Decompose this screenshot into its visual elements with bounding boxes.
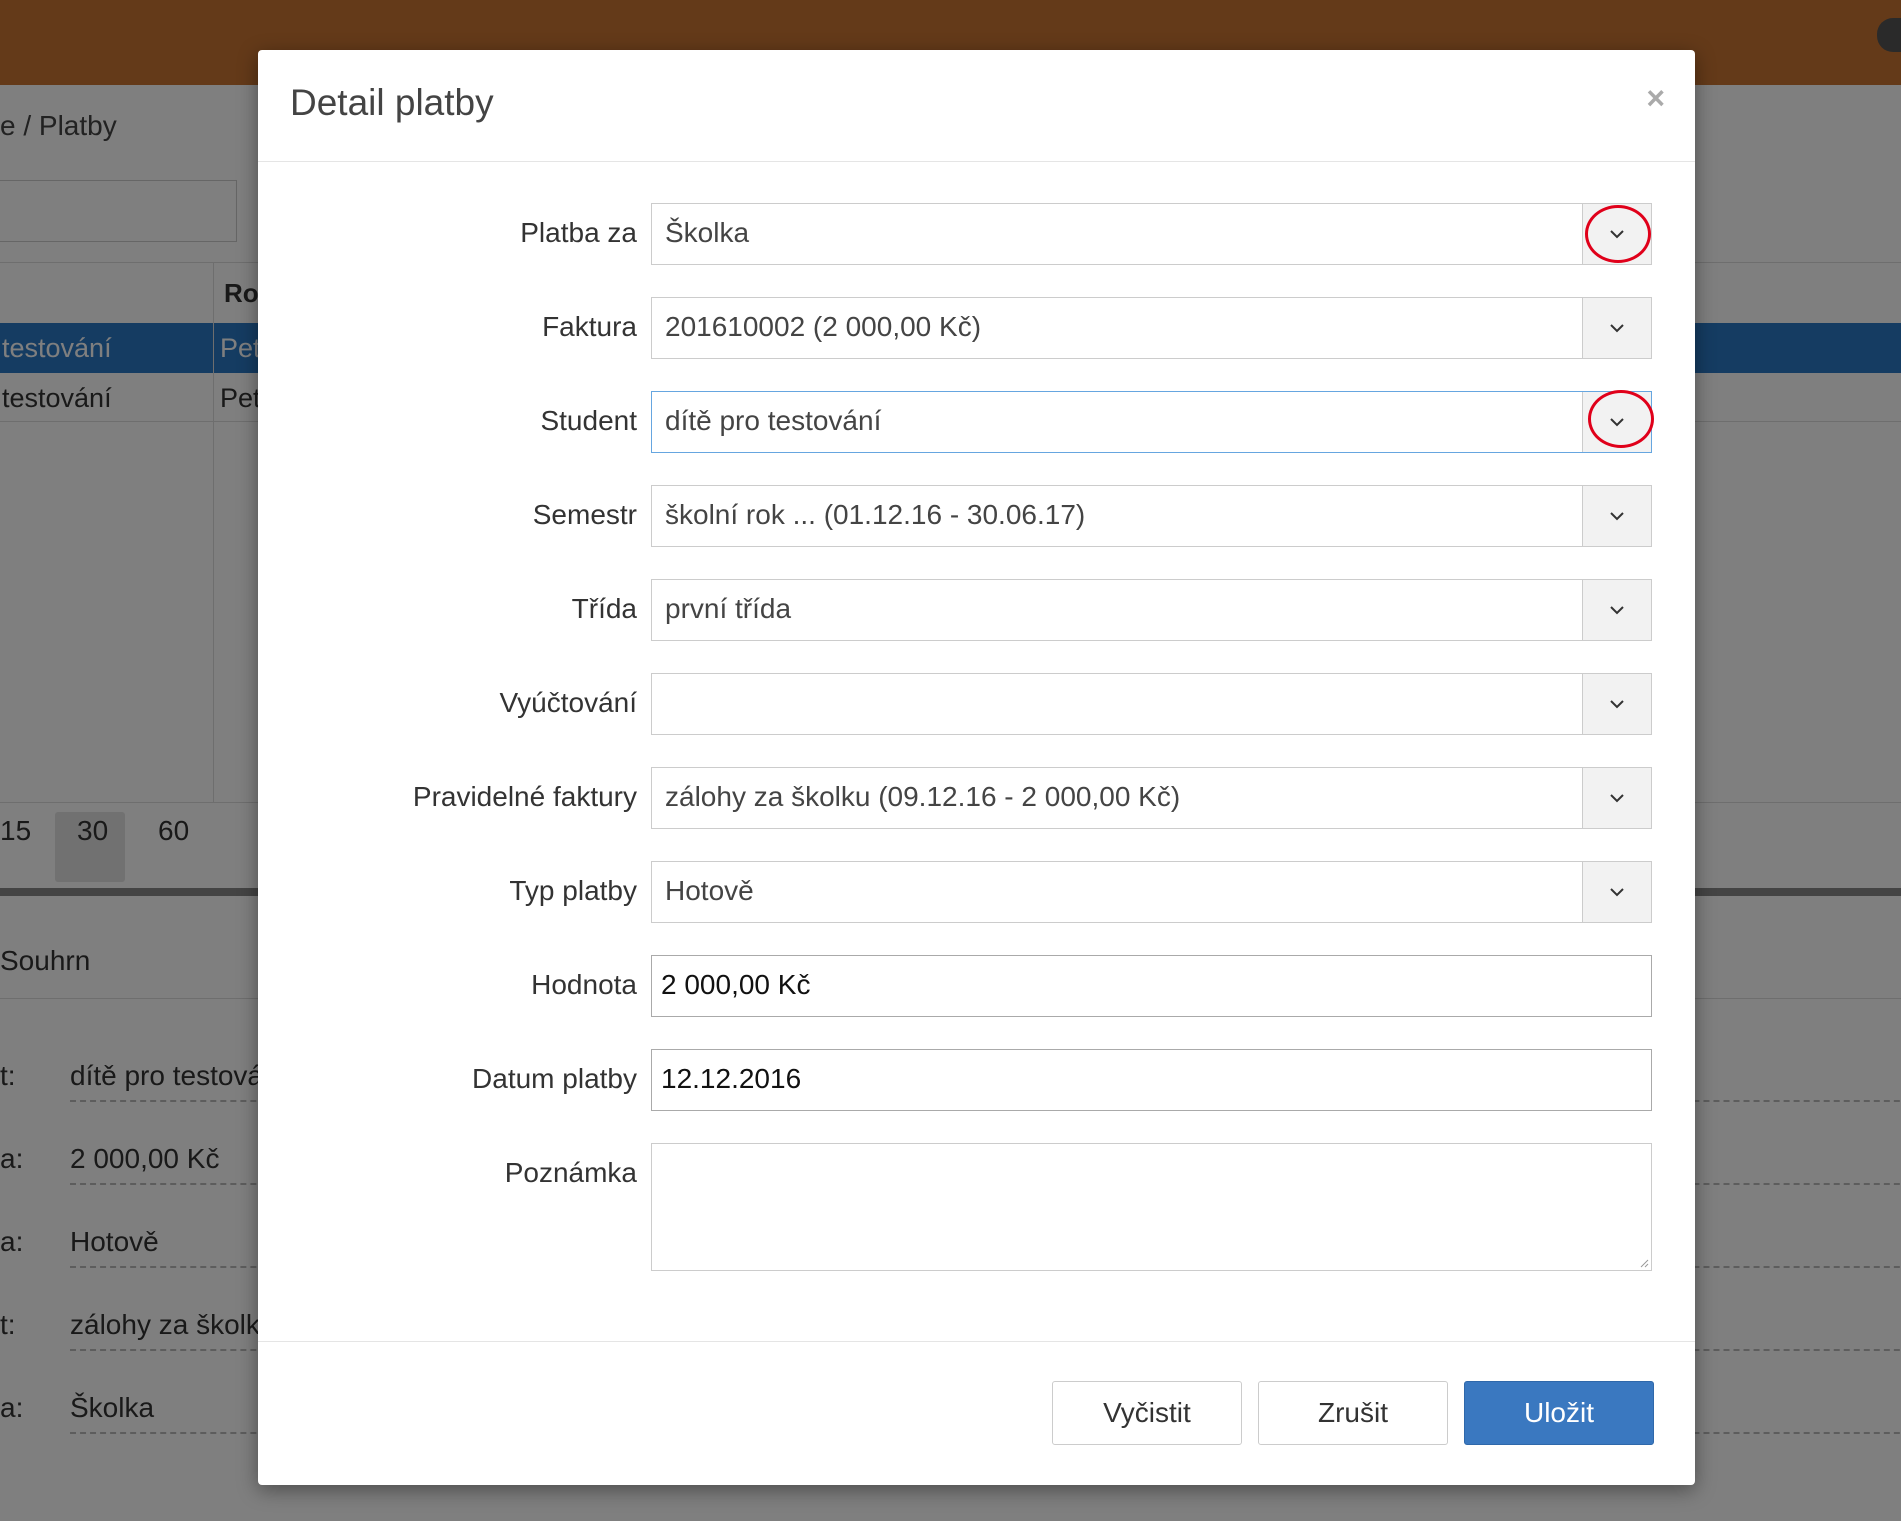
field-row-semestr: Semestr školní rok ... (01.12.16 - 30.06… xyxy=(258,485,1695,549)
input-value: 12.12.2016 xyxy=(661,1063,802,1094)
field-label: Třída xyxy=(571,593,637,624)
pravidelne-faktury-select[interactable]: zálohy za školku (09.12.16 - 2 000,00 Kč… xyxy=(651,767,1652,829)
chevron-down-icon[interactable] xyxy=(1582,674,1651,734)
input-value: 2 000,00 Kč xyxy=(661,969,811,1000)
field-row-trida: Třída první třída xyxy=(258,579,1695,643)
field-label: Platba za xyxy=(520,217,637,248)
field-row-student: Student dítě pro testování xyxy=(258,390,1695,455)
chevron-down-icon[interactable] xyxy=(1582,862,1651,922)
chevron-down-icon[interactable] xyxy=(1582,204,1651,264)
select-value: školní rok ... (01.12.16 - 30.06.17) xyxy=(665,499,1086,530)
select-value: zálohy za školku (09.12.16 - 2 000,00 Kč… xyxy=(665,781,1181,812)
field-row-hodnota: Hodnota 2 000,00 Kč xyxy=(258,955,1695,1019)
modal-header: Detail platby × xyxy=(258,50,1695,162)
field-label: Pravidelné faktury xyxy=(412,781,637,812)
field-label: Vyúčtování xyxy=(499,687,637,718)
chevron-down-icon[interactable] xyxy=(1582,298,1651,358)
select-value: Hotově xyxy=(665,875,754,906)
field-row-pravidelne-faktury: Pravidelné faktury zálohy za školku (09.… xyxy=(258,767,1695,831)
field-label: Poznámka xyxy=(504,1157,637,1188)
chevron-down-icon[interactable] xyxy=(1582,768,1651,828)
field-label: Semestr xyxy=(532,499,637,530)
select-value: Školka xyxy=(665,217,750,248)
select-value: 201610002 (2 000,00 Kč) xyxy=(665,311,982,342)
select-value: první třída xyxy=(665,593,792,624)
close-icon[interactable]: × xyxy=(1646,80,1665,117)
resize-grip-icon[interactable] xyxy=(1639,1258,1649,1268)
field-row-platba-za: Platba za Školka xyxy=(258,203,1695,267)
poznamka-textarea[interactable] xyxy=(651,1143,1652,1271)
field-label: Student xyxy=(540,405,637,436)
field-label: Typ platby xyxy=(509,875,637,906)
student-select[interactable]: dítě pro testování xyxy=(651,391,1652,453)
field-label: Hodnota xyxy=(531,969,637,1000)
trida-select[interactable]: první třída xyxy=(651,579,1652,641)
chevron-down-icon[interactable] xyxy=(1582,486,1651,546)
clear-button[interactable]: Vyčistit xyxy=(1052,1381,1242,1445)
save-button[interactable]: Uložit xyxy=(1464,1381,1654,1445)
datum-platby-input[interactable]: 12.12.2016 xyxy=(651,1049,1652,1111)
field-row-vyuctovani: Vyúčtování xyxy=(258,673,1695,737)
field-row-poznamka: Poznámka xyxy=(258,1143,1695,1271)
field-label: Datum platby xyxy=(472,1063,637,1094)
platba-za-select[interactable]: Školka xyxy=(651,203,1652,265)
faktura-select[interactable]: 201610002 (2 000,00 Kč) xyxy=(651,297,1652,359)
modal-title: Detail platby xyxy=(290,82,494,123)
hodnota-input[interactable]: 2 000,00 Kč xyxy=(651,955,1652,1017)
field-row-faktura: Faktura 201610002 (2 000,00 Kč) xyxy=(258,297,1695,361)
chevron-down-icon[interactable] xyxy=(1582,392,1651,452)
typ-platby-select[interactable]: Hotově xyxy=(651,861,1652,923)
payment-detail-modal: Detail platby × Platba za Školka Faktura… xyxy=(258,50,1695,1485)
field-row-datum-platby: Datum platby 12.12.2016 xyxy=(258,1049,1695,1113)
cancel-button[interactable]: Zrušit xyxy=(1258,1381,1448,1445)
modal-footer-divider xyxy=(258,1341,1695,1342)
chevron-down-icon[interactable] xyxy=(1582,580,1651,640)
field-row-typ-platby: Typ platby Hotově xyxy=(258,861,1695,925)
field-label: Faktura xyxy=(542,311,637,342)
vyuctovani-select[interactable] xyxy=(651,673,1652,735)
select-value: dítě pro testování xyxy=(665,405,882,436)
semestr-select[interactable]: školní rok ... (01.12.16 - 30.06.17) xyxy=(651,485,1652,547)
